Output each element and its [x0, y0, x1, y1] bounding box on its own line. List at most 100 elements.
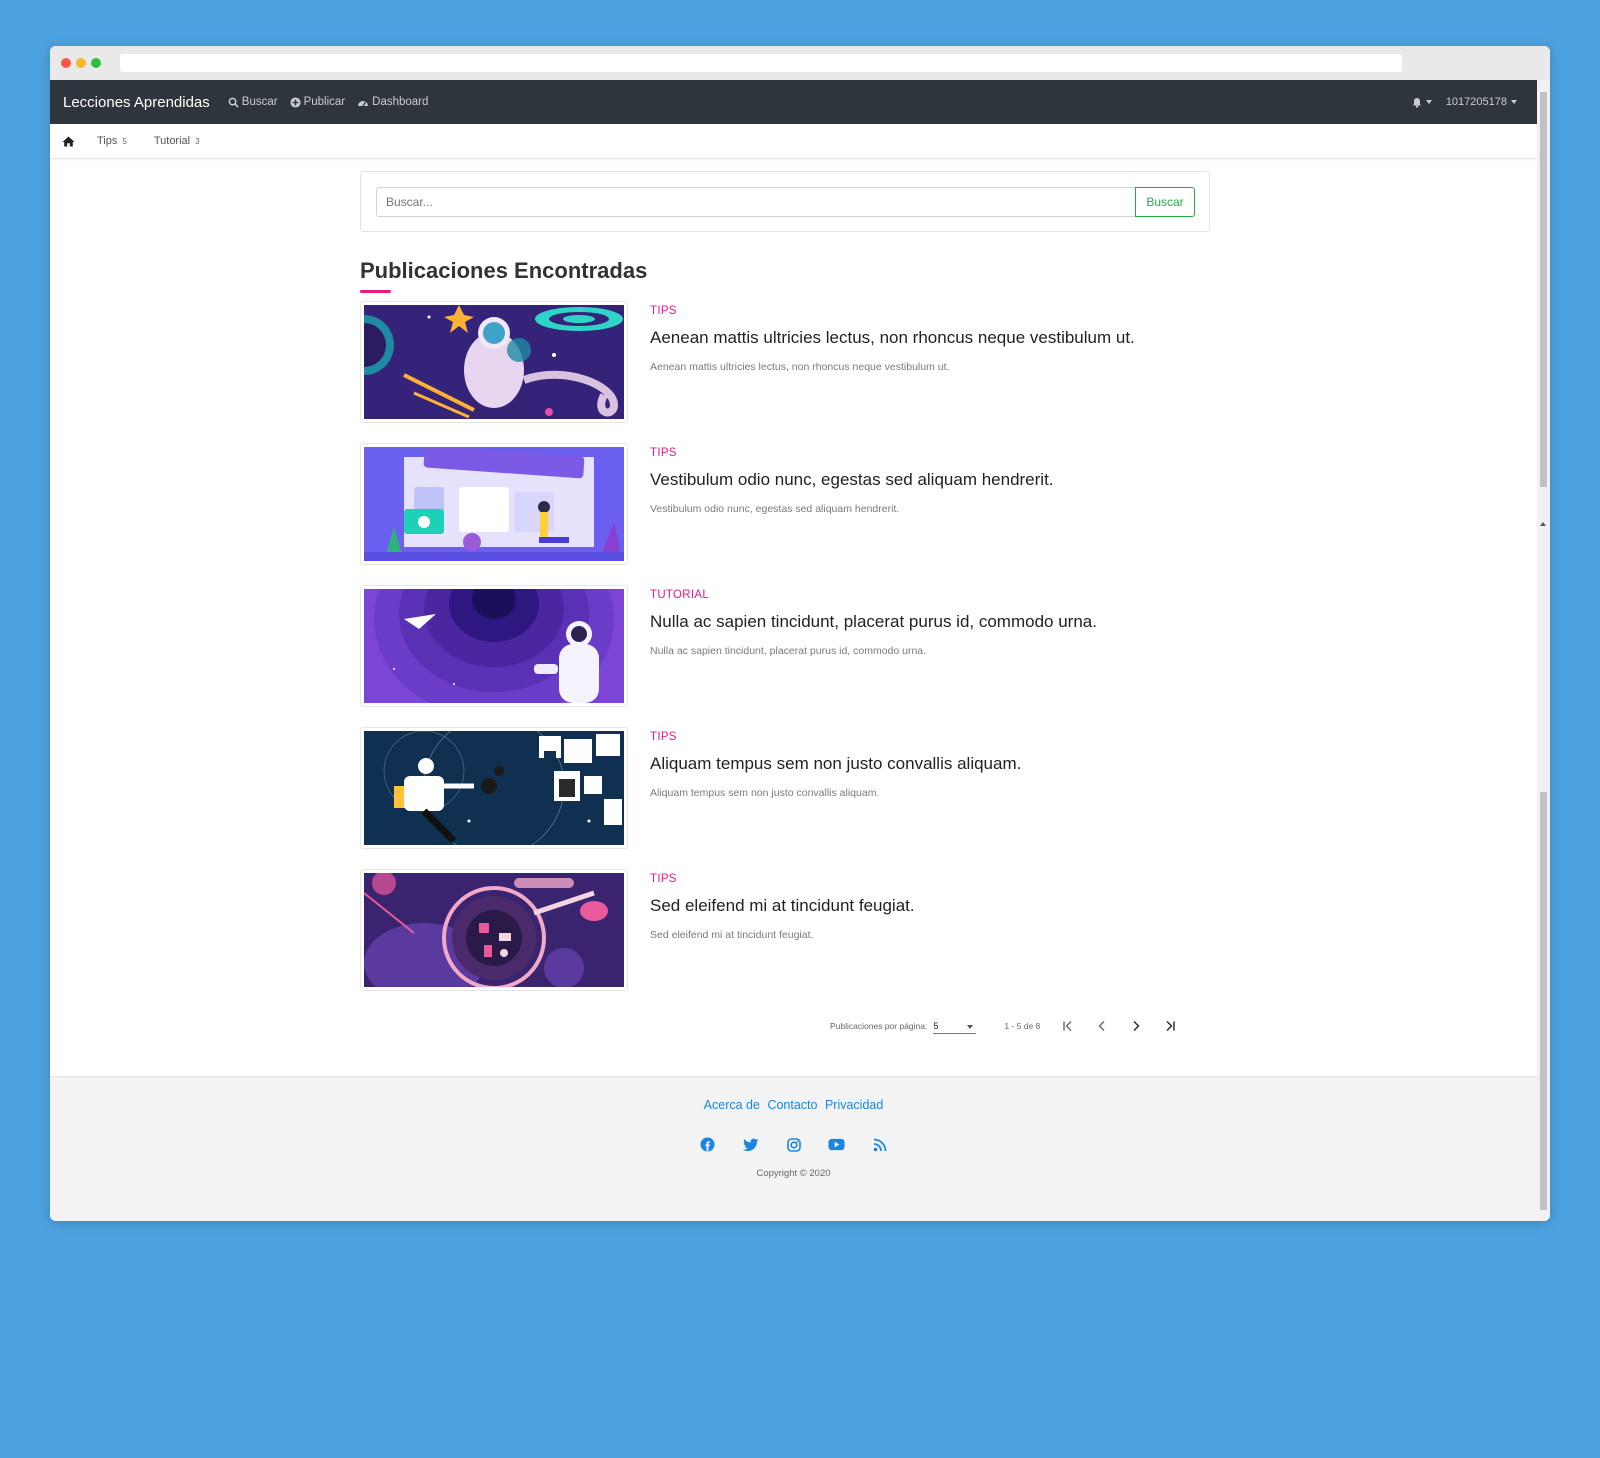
per-page-select[interactable]: 5 [933, 1018, 977, 1034]
post-description: Vestibulum odio nunc, egestas sed aliqua… [650, 503, 900, 515]
minimize-window-button[interactable] [76, 58, 86, 68]
rss-icon [873, 1138, 886, 1151]
footer-link-privacy[interactable]: Privacidad [825, 1098, 883, 1112]
subnav-item-count: 5 [122, 137, 127, 146]
space-tunnel-illustration [364, 589, 624, 703]
close-window-button[interactable] [61, 58, 71, 68]
browser-chrome [50, 46, 1550, 80]
post-item[interactable]: TIPS Aliquam tempus sem non justo conval… [360, 727, 1210, 849]
chevron-down-icon [1425, 100, 1432, 104]
subnav-item-tutorial[interactable]: Tutorial 3 [154, 135, 200, 147]
ui-design-illustration [364, 447, 624, 561]
last-page-button[interactable] [1164, 1018, 1176, 1034]
search-icon [228, 97, 239, 108]
user-id: 1017205178 [1445, 96, 1507, 108]
next-page-button[interactable] [1130, 1018, 1142, 1034]
nav-buscar-label: Buscar [241, 96, 278, 108]
nav-publicar[interactable]: Publicar [290, 96, 346, 108]
nav-dashboard[interactable]: Dashboard [357, 96, 428, 108]
search-input[interactable] [376, 187, 1136, 217]
post-category[interactable]: TIPS [650, 447, 677, 459]
scrollbar-thumb-lower[interactable] [1540, 792, 1547, 1210]
post-title[interactable]: Sed eleifend mi at tincidunt feugiat. [650, 896, 915, 916]
post-description: Sed eleifend mi at tincidunt feugiat. [650, 929, 814, 941]
scroll-up-arrow[interactable] [1540, 522, 1546, 526]
subnav-item-label: Tutorial [153, 135, 191, 147]
nav-dashboard-label: Dashboard [372, 96, 429, 108]
footer-link-contact[interactable]: Contacto [767, 1098, 817, 1112]
post-item[interactable]: TIPS Vestibulum odio nunc, egestas sed a… [360, 443, 1210, 565]
post-thumbnail[interactable] [360, 727, 628, 849]
facebook-link[interactable] [699, 1136, 716, 1153]
brand-link[interactable]: Lecciones Aprendidas [63, 94, 210, 111]
nav-publicar-label: Publicar [303, 96, 346, 108]
address-bar[interactable] [120, 54, 1402, 72]
top-navbar: Lecciones Aprendidas Buscar Publicar Das… [50, 80, 1537, 124]
page-footer: Acerca de Contacto Privacidad Copyright … [50, 1076, 1537, 1221]
post-category[interactable]: TIPS [650, 305, 677, 317]
footer-link-about[interactable]: Acerca de [704, 1098, 760, 1112]
browser-window: Lecciones Aprendidas Buscar Publicar Das… [50, 46, 1550, 1221]
post-thumbnail[interactable] [360, 869, 628, 991]
title-underline [360, 290, 391, 293]
instagram-link[interactable] [785, 1136, 802, 1153]
scrollbar-thumb[interactable] [1540, 92, 1547, 487]
search-button[interactable]: Buscar [1135, 187, 1195, 217]
copyright: Copyright © 2020 [756, 1168, 831, 1179]
plus-circle-icon [290, 96, 301, 108]
home-icon [62, 136, 75, 146]
post-description: Aliquam tempus sem non justo convallis a… [650, 787, 880, 799]
facebook-icon [700, 1137, 715, 1152]
per-page-value: 5 [933, 1021, 939, 1031]
post-category[interactable]: TIPS [650, 731, 677, 743]
page-title: Publicaciones Encontradas [360, 258, 648, 283]
post-title[interactable]: Aenean mattis ultricies lectus, non rhon… [650, 328, 1135, 348]
maximize-window-button[interactable] [91, 58, 101, 68]
post-item[interactable]: TIPS Aenean mattis ultricies lectus, non… [360, 301, 1210, 423]
twitter-link[interactable] [742, 1136, 759, 1153]
youtube-icon [828, 1138, 845, 1151]
subnav-item-count: 3 [195, 137, 200, 146]
first-page-icon [1063, 1021, 1072, 1031]
page-scrollbar[interactable] [1537, 80, 1550, 1221]
prev-page-button[interactable] [1096, 1018, 1108, 1034]
post-title[interactable]: Aliquam tempus sem non justo convallis a… [650, 754, 1021, 774]
subnav-item-tips[interactable]: Tips 5 [97, 135, 127, 147]
chevron-down-icon [1511, 100, 1517, 105]
search-card: Buscar [360, 171, 1210, 232]
post-item[interactable]: TIPS Sed eleifend mi at tincidunt feugia… [360, 869, 1210, 991]
notifications-dropdown[interactable] [1412, 97, 1432, 108]
user-dropdown[interactable]: 1017205178 [1446, 96, 1517, 108]
astronaut-illustration [364, 305, 624, 419]
post-thumbnail[interactable] [360, 301, 628, 423]
social-links [50, 1136, 1537, 1153]
rss-link[interactable] [871, 1136, 888, 1153]
post-title[interactable]: Vestibulum odio nunc, egestas sed aliqua… [650, 470, 1054, 490]
floating-people-illustration [364, 731, 624, 845]
post-thumbnail[interactable] [360, 585, 628, 707]
last-page-icon [1166, 1021, 1175, 1031]
first-page-button[interactable] [1062, 1018, 1074, 1034]
post-title[interactable]: Nulla ac sapien tincidunt, placerat puru… [650, 612, 1097, 632]
dashboard-icon [358, 100, 369, 106]
page-range: 1 - 5 de 8 [1004, 1021, 1041, 1031]
subnav-item-label: Tips [97, 135, 118, 147]
footer-links: Acerca de Contacto Privacidad [50, 1098, 1537, 1112]
category-subnav: Tips 5 Tutorial 3 [50, 124, 1537, 159]
chevron-left-icon [1098, 1021, 1105, 1031]
post-item[interactable]: TUTORIAL Nulla ac sapien tincidunt, plac… [360, 585, 1210, 707]
post-category[interactable]: TUTORIAL [650, 589, 709, 601]
twitter-icon [742, 1138, 758, 1151]
chevron-right-icon [1133, 1021, 1140, 1031]
paginator: Publicaciones por página: 5 1 - 5 de 8 [830, 1014, 1210, 1038]
youtube-link[interactable] [828, 1136, 845, 1153]
instagram-icon [786, 1137, 801, 1152]
post-thumbnail[interactable] [360, 443, 628, 565]
home-link[interactable] [62, 136, 75, 147]
circuit-hands-illustration [364, 873, 624, 987]
post-category[interactable]: TIPS [650, 873, 677, 885]
post-description: Aenean mattis ultricies lectus, non rhon… [650, 361, 950, 373]
nav-buscar[interactable]: Buscar [228, 96, 278, 108]
per-page-label: Publicaciones por página: [830, 1021, 928, 1031]
bell-icon [1412, 97, 1421, 108]
